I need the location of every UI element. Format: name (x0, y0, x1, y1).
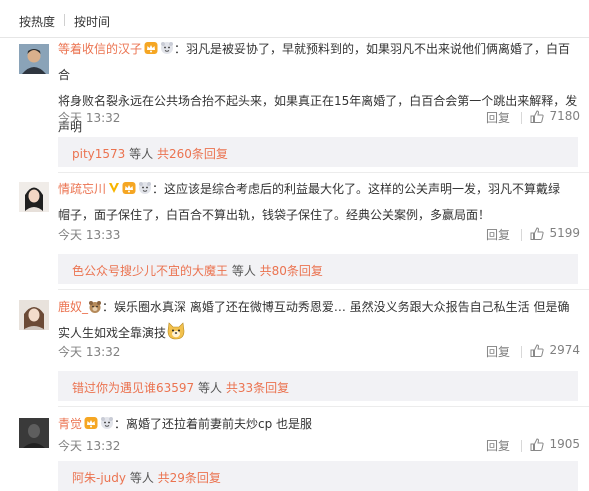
comment-meta: 今天 13:32 回复 1905 (58, 434, 580, 454)
emoji-dog-icon (167, 322, 185, 340)
comment-time: 今天 13:32 (58, 439, 121, 453)
sub-replies-box[interactable]: 错过你为遇见谁63597 等人 共33条回复 (58, 371, 578, 401)
comment-time: 今天 13:32 (58, 111, 121, 125)
comment-username[interactable]: 青觉 (58, 417, 82, 431)
avatar[interactable] (19, 300, 49, 330)
like-count: 1905 (549, 437, 580, 451)
reply-button[interactable]: 回复 (486, 226, 510, 243)
meta-divider (521, 440, 522, 452)
like-button[interactable]: 2974 (530, 340, 580, 360)
sort-by-time[interactable]: 按时间 (74, 13, 110, 30)
reply-button[interactable]: 回复 (486, 437, 510, 454)
comment-line: 帽子，面子保住了，白百合不算出轨，钱袋子保住了。经典公关案例，多赢局面！ (58, 208, 491, 222)
reply-button[interactable]: 回复 (486, 109, 510, 126)
vip-crown-icon (84, 417, 98, 429)
comment-time: 今天 13:33 (58, 228, 121, 242)
comment-line: ：离婚了还拉着前妻前夫炒cp 也是服 (114, 417, 313, 431)
emoji-bear-icon (139, 182, 152, 194)
comment-line: 实人生如戏全靠演技 (58, 326, 167, 340)
comment-text: 鹿奴_ ：娱乐圈水真深 离婚了还在微博互动秀恩爱… 虽然没义务跟大众报告自己私生活… (58, 294, 578, 346)
emoji-bear-icon (89, 301, 102, 313)
comment-divider (58, 172, 589, 173)
comment-line: ：娱乐圈水真深 离婚了还在微博互动秀恩爱… 虽然没义务跟大众报告自己私生活 但是… (102, 300, 570, 314)
sub-reply-user[interactable]: 阿朱-judy (72, 471, 126, 485)
emoji-bear-icon (161, 42, 174, 54)
sub-replies-box[interactable]: pity1573 等人 共260条回复 (58, 137, 578, 167)
sub-reply-user[interactable]: pity1573 (72, 147, 125, 161)
sub-reply-count[interactable]: 共80条回复 (260, 264, 323, 278)
vip-crown-icon (122, 182, 136, 194)
avatar[interactable] (19, 418, 49, 448)
comment-divider (58, 289, 589, 290)
sub-reply-count[interactable]: 共29条回复 (158, 471, 221, 485)
comment-line: ：这应该是综合考虑后的利益最大化了。这样的公关声明一发，羽凡不算戴绿 (152, 182, 561, 196)
meta-divider (521, 346, 522, 358)
thumbs-up-icon (530, 109, 545, 123)
like-button[interactable]: 7180 (530, 106, 580, 126)
emoji-bear-icon (101, 417, 114, 429)
thumbs-up-icon (530, 343, 545, 357)
thumbs-up-icon (530, 226, 545, 240)
comment-username[interactable]: 鹿奴_ (58, 300, 88, 314)
sort-divider (64, 14, 65, 26)
like-count: 5199 (549, 226, 580, 240)
comment-meta: 今天 13:32 回复 2974 (58, 340, 580, 360)
sub-replies-box[interactable]: 色公众号搜少儿不宜的大魔王 等人 共80条回复 (58, 254, 578, 284)
sub-reply-count[interactable]: 共33条回复 (226, 381, 289, 395)
sort-by-hot[interactable]: 按热度 (19, 13, 55, 30)
yellow-v-icon (109, 183, 120, 193)
like-button[interactable]: 1905 (530, 434, 580, 454)
avatar[interactable] (19, 182, 49, 212)
meta-divider (521, 229, 522, 241)
sub-reply-count[interactable]: 共260条回复 (157, 147, 228, 161)
comment-meta: 今天 13:33 回复 5199 (58, 223, 580, 243)
comment-username[interactable]: 情疏忘川 (58, 182, 106, 196)
sub-reply-mid: 等人 (194, 381, 226, 395)
comment-username[interactable]: 等着收信的汉子 (58, 42, 142, 56)
like-button[interactable]: 5199 (530, 223, 580, 243)
comment-divider (58, 406, 589, 407)
like-count: 7180 (549, 109, 580, 123)
sub-reply-mid: 等人 (125, 147, 157, 161)
avatar[interactable] (19, 44, 49, 74)
sub-replies-box[interactable]: 阿朱-judy 等人 共29条回复 (58, 461, 578, 491)
reply-button[interactable]: 回复 (486, 343, 510, 360)
sub-reply-user[interactable]: 色公众号搜少儿不宜的大魔王 (72, 264, 228, 278)
sort-bar: 按热度 按时间 (0, 0, 589, 40)
sub-reply-user[interactable]: 错过你为遇见谁63597 (72, 381, 194, 395)
sub-reply-mid: 等人 (228, 264, 260, 278)
vip-crown-icon (144, 42, 158, 54)
comment-meta: 今天 13:32 回复 7180 (58, 106, 580, 126)
like-count: 2974 (549, 343, 580, 357)
comment-time: 今天 13:32 (58, 345, 121, 359)
comment-text: 情疏忘川 ：这应该是综合考虑后的利益最大化了。这样的公关声明一发，羽凡不算戴绿 帽… (58, 176, 578, 228)
meta-divider (521, 112, 522, 124)
sub-reply-mid: 等人 (126, 471, 158, 485)
thumbs-up-icon (530, 437, 545, 451)
